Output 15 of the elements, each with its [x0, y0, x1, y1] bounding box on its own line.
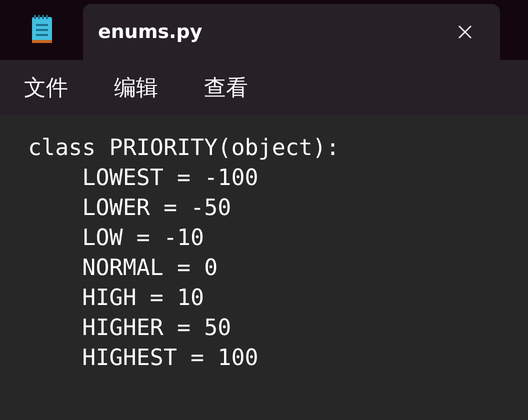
tab-title: enums.py	[98, 21, 202, 43]
code-line: class PRIORITY(object):	[28, 135, 340, 161]
code-line: LOW = -10	[81, 225, 204, 251]
menu-item[interactable]: 查看	[204, 72, 248, 102]
code-line: LOWEST = -100	[81, 165, 258, 191]
code-line: HIGH = 10	[81, 285, 204, 311]
code-line: LOWER = -50	[81, 195, 232, 221]
close-icon[interactable]	[458, 25, 472, 39]
code-line: NORMAL = 0	[81, 255, 218, 281]
file-tab[interactable]: enums.py	[83, 4, 500, 60]
notepad-icon	[30, 15, 52, 45]
code-line: HIGHER = 50	[81, 315, 232, 341]
menu-item[interactable]: 文件	[24, 72, 68, 102]
code-line: HIGHEST = 100	[81, 345, 258, 371]
menu-item[interactable]: 编辑	[114, 72, 158, 102]
